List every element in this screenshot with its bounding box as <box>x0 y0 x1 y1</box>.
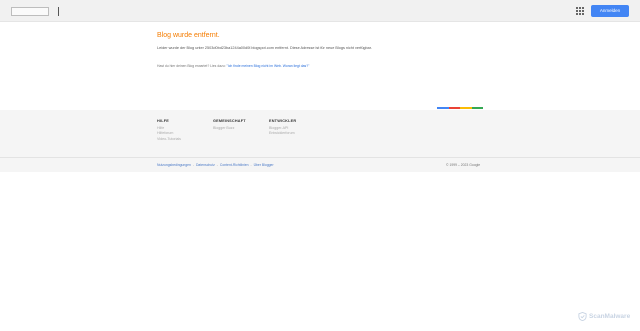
legal-separator: - <box>250 163 252 167</box>
footer-heading-community: GEMEINSCHAFT <box>213 119 246 123</box>
color-bar-green <box>471 107 483 109</box>
blogger-logo-placeholder[interactable] <box>11 7 49 16</box>
footer: HILFE Hilfe Hilfeforum Video-Tutorials G… <box>0 110 640 172</box>
footer-link-video-tutorials[interactable]: Video-Tutorials <box>157 137 207 142</box>
legal-links: Nutzungsbedingungen - Datenschutz - Cont… <box>157 163 274 168</box>
color-bar-blue <box>437 107 449 109</box>
footer-divider <box>0 157 640 158</box>
legal-separator: - <box>192 163 195 167</box>
footer-link-blogger-buzz[interactable]: Blogger Buzz <box>213 126 263 131</box>
footer-column-developers: ENTWICKLER Blogger-API Entwicklerforum <box>269 119 319 137</box>
hint-text: Hast du hier deinen Blog erwartet? Lies … <box>157 64 309 69</box>
copyright-text: © 1999 – 2023 Google <box>446 163 481 167</box>
google-color-bar <box>437 107 483 109</box>
scanmalware-watermark: ScanMalware <box>578 312 630 321</box>
signin-button[interactable]: Anmelden <box>591 5 629 17</box>
footer-column-community: GEMEINSCHAFT Blogger Buzz <box>213 119 263 131</box>
legal-link-about-blogger[interactable]: Über Blogger <box>254 163 274 167</box>
watermark-text: ScanMalware <box>589 313 631 320</box>
main-content: Blog wurde entfernt. Leider wurde der Bl… <box>157 31 487 68</box>
footer-heading-help: HILFE <box>157 119 169 123</box>
top-bar: Anmelden <box>0 0 640 22</box>
footer-heading-developers: ENTWICKLER <box>269 119 297 123</box>
apps-grid-icon[interactable] <box>576 7 584 15</box>
legal-separator: - <box>216 163 218 167</box>
color-bar-yellow <box>460 107 472 109</box>
logo-divider <box>58 7 59 16</box>
legal-link-content-policy[interactable]: Content-Richtlinien <box>220 163 249 167</box>
footer-link-developer-forum[interactable]: Entwicklerforum <box>269 131 319 136</box>
footer-column-help: HILFE Hilfe Hilfeforum Video-Tutorials <box>157 119 207 142</box>
legal-link-privacy[interactable]: Datenschutz <box>196 163 215 167</box>
hint-prefix: Hast du hier deinen Blog erwartet? Lies … <box>157 64 227 68</box>
help-link[interactable]: "Ich finde meinen Blog nicht im Web. Wor… <box>227 64 310 68</box>
removed-message: Leider wurde der Blog unter 2503d0bd23ba… <box>157 46 372 50</box>
shield-icon <box>578 312 587 321</box>
page-title: Blog wurde entfernt. <box>157 32 220 39</box>
color-bar-red <box>448 107 460 109</box>
legal-link-terms[interactable]: Nutzungsbedingungen <box>157 163 191 167</box>
